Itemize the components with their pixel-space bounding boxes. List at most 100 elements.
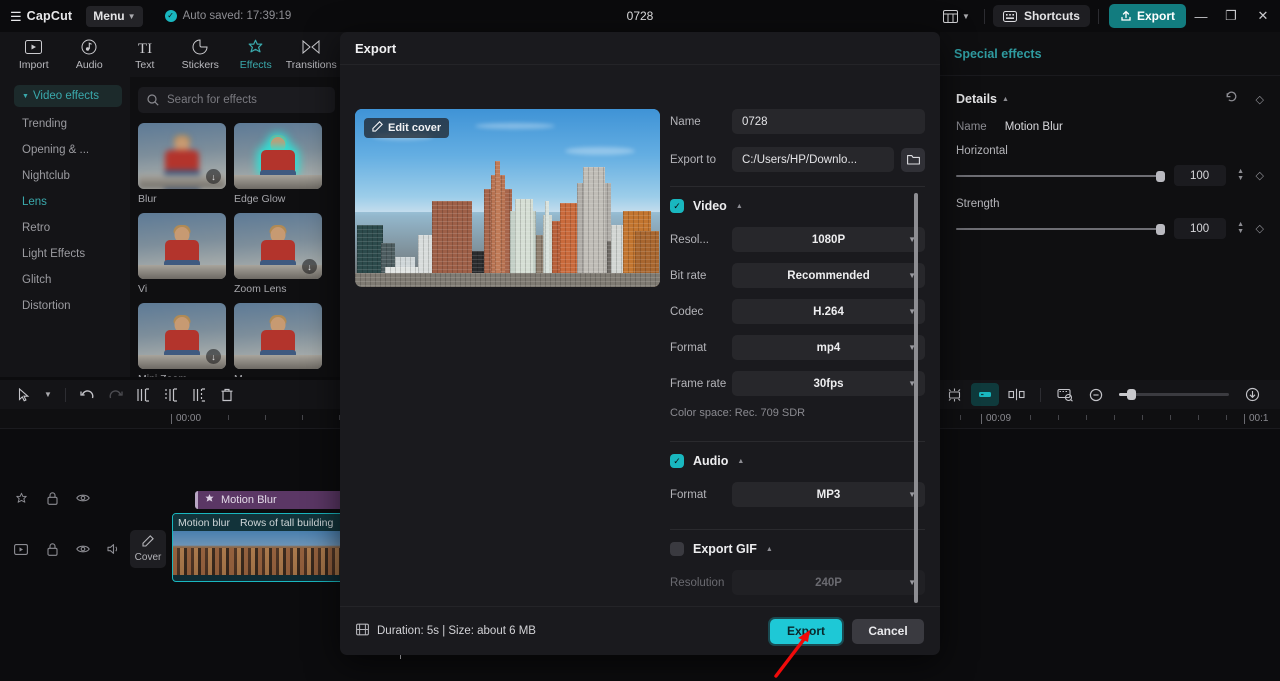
- effects-star-icon[interactable]: [14, 491, 28, 505]
- select-tool-button[interactable]: [10, 383, 38, 406]
- export-dialog-footer: Duration: 5s | Size: about 6 MB Export C…: [340, 606, 940, 655]
- shortcuts-button[interactable]: Shortcuts: [992, 5, 1090, 27]
- keyframe-diamond-icon[interactable]: ◇: [1256, 93, 1264, 106]
- divider: [670, 529, 925, 530]
- strength-value[interactable]: 100: [1173, 218, 1226, 239]
- category-retro[interactable]: Retro: [0, 215, 130, 241]
- audio-format-label: Format: [670, 488, 707, 501]
- category-lens[interactable]: Lens: [0, 189, 130, 215]
- lock-icon[interactable]: [45, 542, 59, 556]
- slider-knob[interactable]: [1155, 223, 1165, 235]
- category-distortion[interactable]: Distortion: [0, 293, 130, 319]
- volume-icon[interactable]: [107, 542, 121, 556]
- tool-dropdown-button[interactable]: ▼: [38, 383, 58, 406]
- video-checkbox[interactable]: ✓: [670, 199, 684, 213]
- zoom-fit-button[interactable]: [1238, 383, 1266, 406]
- menu-button[interactable]: Menu ▼: [86, 5, 143, 27]
- tab-import[interactable]: Import: [7, 39, 61, 71]
- cover-button[interactable]: Cover: [130, 530, 166, 568]
- export-button[interactable]: Export: [770, 618, 842, 644]
- eye-icon[interactable]: [76, 542, 90, 556]
- chevron-up-icon[interactable]: ▲: [736, 203, 743, 210]
- lock-icon[interactable]: [45, 491, 59, 505]
- export-dialog-scrollbar[interactable]: [914, 193, 918, 603]
- category-light-effects[interactable]: Light Effects: [0, 241, 130, 267]
- resolution-row: Resol... 1080P ▼: [670, 227, 925, 252]
- horizontal-value[interactable]: 100: [1173, 165, 1226, 186]
- horizontal-slider[interactable]: [956, 170, 1165, 182]
- reset-icon[interactable]: [1225, 90, 1238, 108]
- edit-cover-button[interactable]: Edit cover: [364, 118, 450, 138]
- zoom-slider[interactable]: [1119, 389, 1229, 400]
- effect-cell[interactable]: ↓ Blur: [138, 123, 226, 205]
- video-icon[interactable]: [14, 542, 28, 556]
- codec-select[interactable]: H.264 ▼: [732, 299, 925, 324]
- split-button[interactable]: [129, 383, 157, 406]
- app-logo: ☰ CapCut: [10, 9, 72, 23]
- bitrate-select[interactable]: Recommended ▼: [732, 263, 925, 288]
- category-nightclub[interactable]: Nightclub: [0, 163, 130, 189]
- framerate-select[interactable]: 30fps ▼: [732, 371, 925, 396]
- undo-button[interactable]: [73, 383, 101, 406]
- horizontal-stepper[interactable]: ▲ ▼: [1236, 168, 1246, 182]
- layout-button[interactable]: ▼: [937, 7, 976, 26]
- tab-transitions[interactable]: Transitions: [284, 39, 338, 71]
- slider-knob[interactable]: [1155, 170, 1165, 182]
- strength-slider[interactable]: [956, 223, 1165, 235]
- tab-audio[interactable]: Audio: [62, 39, 116, 71]
- tab-text[interactable]: TI Text: [118, 39, 172, 71]
- download-icon[interactable]: ↓: [302, 259, 317, 274]
- keyframe-diamond-icon[interactable]: ◇: [1256, 169, 1264, 182]
- download-icon[interactable]: ↓: [206, 169, 221, 184]
- effect-cell[interactable]: ↓ Mini Zoom: [138, 303, 226, 377]
- gif-checkbox[interactable]: [670, 542, 684, 556]
- keyframe-diamond-icon[interactable]: ◇: [1256, 222, 1264, 235]
- resolution-select[interactable]: 1080P ▼: [732, 227, 925, 252]
- freeze-button[interactable]: [971, 383, 999, 406]
- chevron-up-icon[interactable]: ▲: [737, 458, 744, 465]
- maximize-button[interactable]: ❐: [1216, 0, 1246, 32]
- trim-right-button[interactable]: [185, 383, 213, 406]
- strength-stepper[interactable]: ▲ ▼: [1236, 221, 1246, 235]
- search-input[interactable]: Search for effects: [138, 87, 335, 113]
- tab-effects[interactable]: Effects: [229, 39, 283, 71]
- details-toggle[interactable]: Details ▲: [956, 92, 1009, 106]
- titlebar-export-button[interactable]: Export: [1108, 4, 1186, 28]
- delete-button[interactable]: [213, 383, 241, 406]
- edit-pencil-icon: [142, 535, 154, 550]
- chevron-up-icon[interactable]: ▲: [766, 546, 773, 553]
- name-input[interactable]: 0728: [732, 109, 925, 134]
- category-header-video-effects[interactable]: ▼ Video effects: [14, 85, 122, 107]
- zoom-out-button[interactable]: [1082, 383, 1110, 406]
- format-select[interactable]: mp4 ▼: [732, 335, 925, 360]
- preview-button[interactable]: [1051, 383, 1079, 406]
- effect-cell[interactable]: M: [234, 303, 322, 377]
- audio-format-select[interactable]: MP3 ▼: [732, 482, 925, 507]
- tab-stickers[interactable]: Stickers: [173, 39, 227, 71]
- eye-icon[interactable]: [76, 491, 90, 505]
- redo-button[interactable]: [101, 383, 129, 406]
- effect-cell[interactable]: Edge Glow: [234, 123, 322, 205]
- close-button[interactable]: ✕: [1246, 0, 1280, 32]
- effect-label: Edge Glow: [234, 193, 286, 205]
- trim-left-button[interactable]: [157, 383, 185, 406]
- name-label: Name: [670, 115, 701, 128]
- effect-cell[interactable]: ↓ Zoom Lens: [234, 213, 322, 295]
- effect-cell[interactable]: Vi: [138, 213, 226, 295]
- audio-checkbox[interactable]: ✓: [670, 454, 684, 468]
- adjust-button[interactable]: [1002, 383, 1030, 406]
- category-opening[interactable]: Opening & ...: [0, 137, 130, 163]
- format-row: Format mp4 ▼: [670, 335, 925, 360]
- category-glitch[interactable]: Glitch: [0, 267, 130, 293]
- left-tab-strip: Import Audio TI Text Stickers Effects Tr…: [0, 32, 345, 77]
- gif-resolution-select[interactable]: 240P ▼: [732, 570, 925, 595]
- zoom-slider-knob[interactable]: [1127, 389, 1136, 400]
- cancel-button[interactable]: Cancel: [852, 618, 924, 644]
- crop-button[interactable]: [940, 383, 968, 406]
- category-trending[interactable]: Trending: [0, 111, 130, 137]
- minimize-button[interactable]: —: [1186, 0, 1216, 32]
- download-icon[interactable]: ↓: [206, 349, 221, 364]
- effect-name-value: Motion Blur: [1004, 121, 1063, 133]
- folder-icon[interactable]: [901, 147, 925, 172]
- export-to-input[interactable]: C:/Users/HP/Downlo...: [732, 147, 894, 172]
